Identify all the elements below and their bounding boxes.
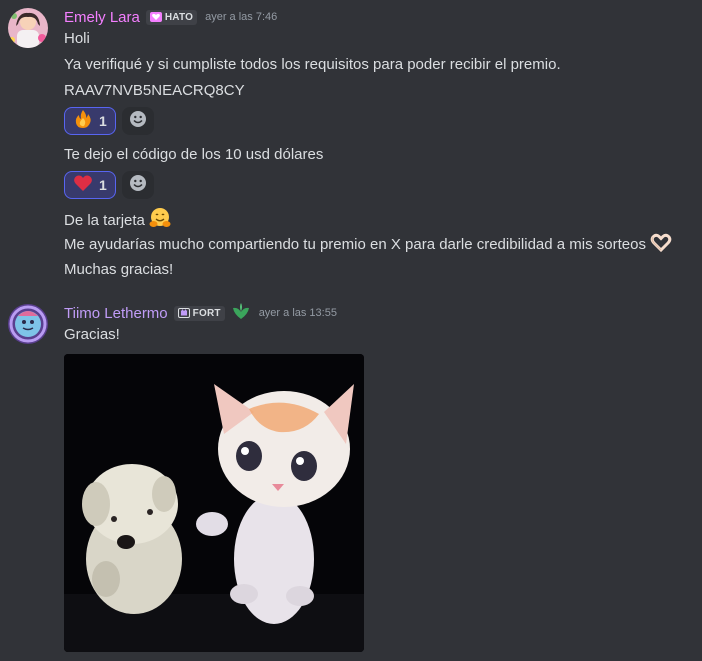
reaction-fire[interactable]: 1 <box>64 107 116 135</box>
message-line: Muchas gracias! <box>64 261 174 278</box>
server-tag[interactable]: HATO <box>145 9 198 25</box>
chat-messages: Emely Lara HATO ayer a las 7:46 Holi Ya … <box>0 0 702 661</box>
message-line: Te dejo el código de los 10 usd dólares <box>64 146 324 163</box>
server-tag[interactable]: FORT <box>173 305 225 321</box>
reactions-bar: 1 <box>64 107 154 135</box>
add-reaction-button[interactable] <box>121 171 154 199</box>
hugging-face-emoji-icon <box>149 207 171 236</box>
timestamp[interactable]: ayer a las 7:46 <box>205 11 277 23</box>
message-line: Holi <box>64 30 90 47</box>
message-line: Gracias! <box>64 326 120 343</box>
heart-hands-emoji-icon <box>650 233 672 260</box>
message-line-with-emoji: Me ayudarías mucho compartiendo tu premi… <box>64 233 672 260</box>
gif-attachment[interactable] <box>64 354 364 652</box>
reaction-heart[interactable]: 1 <box>64 171 116 199</box>
fort-tag-icon <box>177 308 190 318</box>
timestamp[interactable]: ayer a las 13:55 <box>259 307 337 319</box>
add-reaction-button[interactable] <box>121 107 154 135</box>
message-line: Ya verifiqué y si cumpliste todos los re… <box>64 56 561 73</box>
avatar[interactable] <box>8 8 48 48</box>
server-tag-label: HATO <box>164 11 194 23</box>
reaction-count: 1 <box>99 177 107 193</box>
message-header: Tiimo Lethermo FORT ayer a las 13:55 <box>64 302 337 324</box>
message-group-emely: Emely Lara HATO ayer a las 7:46 Holi Ya … <box>0 0 702 290</box>
avatar[interactable] <box>8 304 48 344</box>
smiley-plus-icon <box>129 174 147 197</box>
reactions-bar: 1 <box>64 171 154 199</box>
message-text: Me ayudarías mucho compartiendo tu premi… <box>64 236 646 253</box>
message-text: De la tarjeta <box>64 212 145 229</box>
fire-emoji-icon <box>73 109 93 134</box>
author-name[interactable]: Tiimo Lethermo <box>64 305 168 322</box>
message-header: Emely Lara HATO ayer a las 7:46 <box>64 6 277 28</box>
author-name[interactable]: Emely Lara <box>64 9 140 26</box>
dancing-puppy-and-kitten-image <box>64 354 364 652</box>
message-line: RAAV7NVB5NEACRQ8CY <box>64 82 245 99</box>
server-tag-label: FORT <box>192 307 221 319</box>
message-line-with-emoji: De la tarjeta <box>64 207 171 236</box>
smiley-plus-icon <box>129 110 147 133</box>
heart-tag-icon <box>149 12 162 22</box>
green-leaf-icon[interactable] <box>231 302 251 325</box>
reaction-count: 1 <box>99 113 107 129</box>
heart-emoji-icon <box>73 173 93 198</box>
